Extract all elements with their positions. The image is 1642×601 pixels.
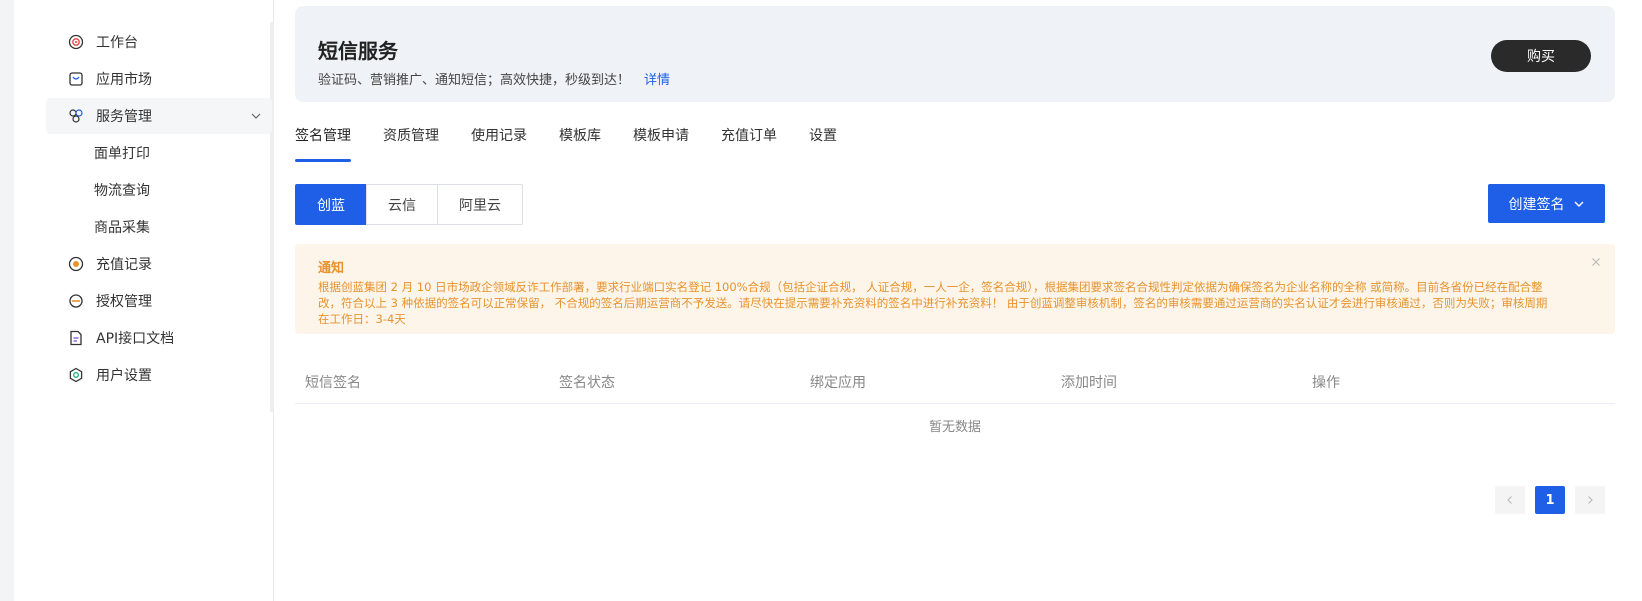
notice-body: 根据创蓝集团 2 月 10 日市场政企领域反诈工作部署，要求行业端口实名登记 1… [318,280,1548,326]
sidebar-item-label: 物流查询 [94,183,150,199]
tab-usage-records[interactable]: 使用记录 [471,122,527,162]
banner-description: 验证码、营销推广、通知短信；高效快捷，秒级到达！ 详情 [318,69,670,88]
chevron-down-icon [250,110,262,122]
provider-aliyun-button[interactable]: 阿里云 [437,184,523,225]
app-window: 工作台 应用市场 服务管理 面单打印 物流查询 商品采集 充值记录 授权管理 A… [0,0,1642,601]
sidebar-item-label: 应用市场 [96,72,152,88]
column-header-status: 签名状态 [559,375,615,391]
sidebar-item-label: 工作台 [96,35,138,51]
chevron-down-icon [1573,198,1585,210]
sidebar-item-label: 服务管理 [96,109,152,125]
chevron-right-icon [1588,496,1593,504]
sidebar-item-api-docs[interactable]: API接口文档 [46,320,272,356]
tab-template-apply[interactable]: 模板申请 [633,122,689,162]
sidebar-item-label: API接口文档 [96,331,175,347]
authorize-icon [68,293,84,309]
sidebar-subitem-product-collect[interactable]: 商品采集 [46,209,272,245]
sidebar-item-workbench[interactable]: 工作台 [46,24,272,60]
tab-settings[interactable]: 设置 [809,122,837,162]
create-signature-label: 创建签名 [1508,196,1565,213]
target-icon [68,34,84,50]
sidebar-item-label: 商品采集 [94,220,150,236]
provider-yunxin-button[interactable]: 云信 [366,184,438,225]
column-header-bound-app: 绑定应用 [810,375,866,391]
column-header-signature: 短信签名 [305,375,361,391]
settings-icon [68,367,84,383]
sidebar-item-service[interactable]: 服务管理 [46,98,272,134]
column-header-added-time: 添加时间 [1061,375,1117,391]
sidebar-subitem-logistics[interactable]: 物流查询 [46,172,272,208]
pagination: 1 [1495,486,1605,514]
sidebar-item-user-settings[interactable]: 用户设置 [46,357,272,393]
page-title: 短信服务 [318,39,398,63]
tab-bar: 签名管理 资质管理 使用记录 模板库 模板申请 充值订单 设置 [295,122,869,162]
tab-signature-management[interactable]: 签名管理 [295,122,351,162]
provider-selector: 创蓝 云信 阿里云 [295,184,523,225]
tab-recharge-orders[interactable]: 充值订单 [721,122,777,162]
chevron-left-icon [1507,496,1512,504]
sidebar-item-market[interactable]: 应用市场 [46,61,272,97]
column-header-actions: 操作 [1312,375,1340,391]
details-link[interactable]: 详情 [644,73,670,88]
banner-desc-text: 验证码、营销推广、通知短信；高效快捷，秒级到达！ [318,73,631,88]
prev-page-button[interactable] [1495,486,1525,514]
left-strip [0,0,14,601]
service-banner: 短信服务 验证码、营销推广、通知短信；高效快捷，秒级到达！ 详情 购买 [295,6,1615,102]
provider-chuanglan-button[interactable]: 创蓝 [295,184,367,225]
main-content: 短信服务 验证码、营销推广、通知短信；高效快捷，秒级到达！ 详情 购买 签名管理 … [295,0,1615,601]
sidebar-item-label: 授权管理 [96,294,152,310]
create-signature-button[interactable]: 创建签名 [1488,184,1605,223]
signature-table: 短信签名 签名状态 绑定应用 添加时间 操作 暂无数据 [295,362,1615,435]
sidebar-item-authorize[interactable]: 授权管理 [46,283,272,319]
table-header: 短信签名 签名状态 绑定应用 添加时间 操作 [295,362,1615,404]
service-icon [68,108,84,124]
tab-qualification[interactable]: 资质管理 [383,122,439,162]
sidebar: 工作台 应用市场 服务管理 面单打印 物流查询 商品采集 充值记录 授权管理 A… [14,0,274,601]
sidebar-item-label: 充值记录 [96,257,152,273]
close-icon[interactable] [1589,254,1603,268]
sidebar-item-label: 用户设置 [96,368,152,384]
page-number-button[interactable]: 1 [1535,486,1565,514]
tab-template-library[interactable]: 模板库 [559,122,601,162]
empty-state-text: 暂无数据 [928,420,981,435]
sidebar-subitem-waybill-print[interactable]: 面单打印 [46,135,272,171]
buy-button[interactable]: 购买 [1491,40,1591,72]
document-icon [68,330,84,346]
coin-icon [68,256,84,272]
notice-title: 通知 [318,261,345,276]
sidebar-item-label: 面单打印 [94,146,150,162]
market-icon [68,71,84,87]
next-page-button[interactable] [1575,486,1605,514]
notice-banner: 通知 根据创蓝集团 2 月 10 日市场政企领域反诈工作部署，要求行业端口实名登… [295,244,1615,334]
sidebar-item-recharge[interactable]: 充值记录 [46,246,272,282]
